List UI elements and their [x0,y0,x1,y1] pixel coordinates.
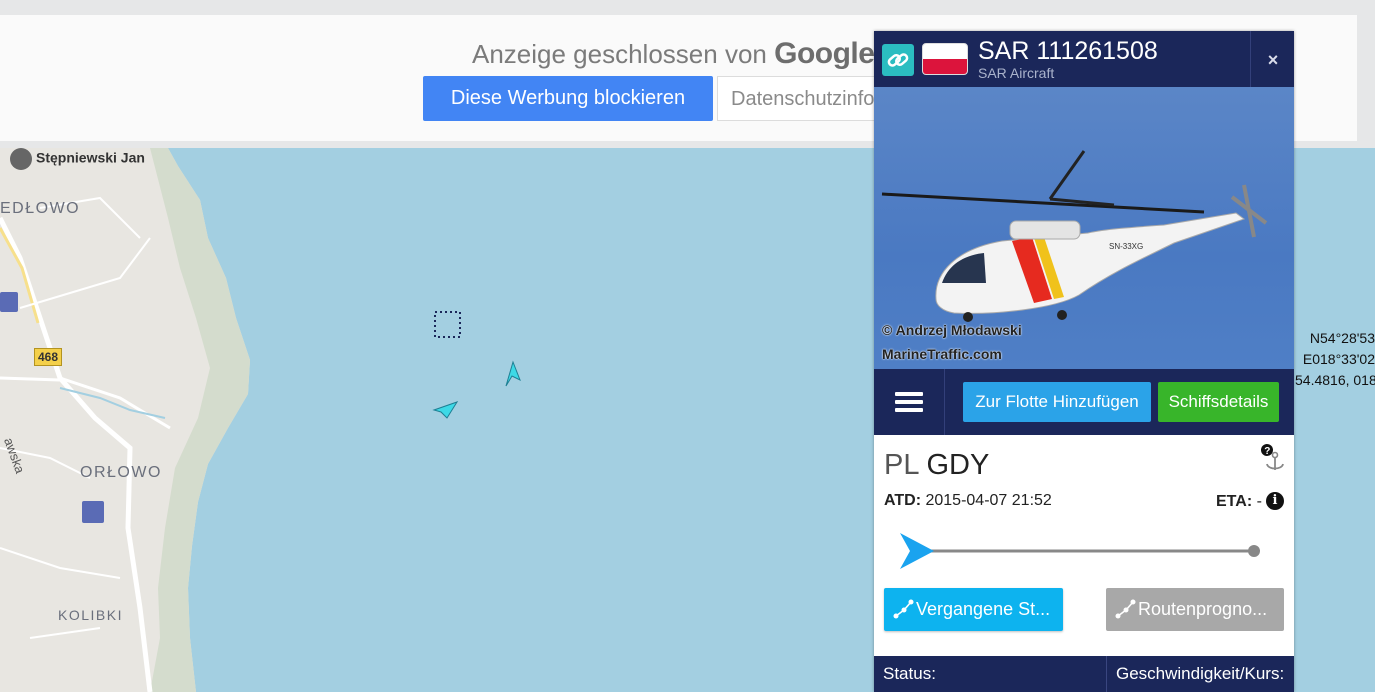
decimal-coords-text: 54.4816, 018 [1295,372,1375,388]
voyage-progress-bar [900,533,1260,569]
past-track-button[interactable]: Vergangene St... [884,588,1063,631]
poi-label: Stępniewski Jan [36,149,145,166]
svg-text:?: ? [1264,446,1270,457]
atd-value: 2015-04-07 21:52 [925,492,1052,509]
train-station-icon[interactable] [82,501,104,523]
map-label-district: ORŁOWO [80,464,162,481]
voyage-ports: PL GDY [884,449,989,482]
vessel-info-panel: SAR 111261508 SAR Aircraft × SN-33XG © A… [874,31,1294,692]
ad-closed-label: Anzeige geschlossen von [472,39,767,69]
atd-label: ATD: [884,492,922,509]
past-track-label: Vergangene St... [916,599,1051,619]
map-label-district: KOLIBKI [58,607,123,623]
vessel-marker[interactable] [505,360,521,387]
vessel-name: SAR 111261508 [978,37,1158,65]
anchor-help-icon[interactable]: ? [1260,443,1286,473]
status-bar: Status: Geschwindigkeit/Kurs: [874,656,1294,692]
train-station-icon[interactable] [0,292,18,312]
track-icon [893,599,914,619]
vessel-marker[interactable] [432,401,459,419]
ad-closed-text: Anzeige geschlossen von Google [472,37,875,71]
route-forecast-label: Routenprogno... [1138,599,1268,619]
menu-icon[interactable] [874,369,945,435]
eta-label: ETA: [1216,493,1253,510]
photo-source: MarineTraffic.com [882,346,1002,362]
eta-value: - [1256,493,1262,510]
vessel-type: SAR Aircraft [978,65,1055,81]
eta-row: ETA: - [1216,493,1262,511]
panel-toolbar: Zur Flotte Hinzufügen Schiffsdetails [874,369,1294,435]
status-label: Status: [883,664,936,683]
route-icon [1115,599,1136,619]
road-number-badge: 468 [34,348,63,366]
selection-box [434,311,461,338]
add-to-fleet-button[interactable]: Zur Flotte Hinzufügen [963,382,1151,422]
route-forecast-button[interactable]: Routenprogno... [1106,588,1284,631]
google-logo: Google [774,37,875,70]
building-icon [10,148,32,170]
vessel-photo[interactable]: SN-33XG © Andrzej Młodawski MarineTraffi… [874,87,1294,369]
photo-credit: © Andrzej Młodawski [882,322,1022,338]
link-icon[interactable] [882,44,914,76]
flag-icon [922,43,968,75]
map-label-district: EDŁOWO [0,200,81,217]
speed-course-label: Geschwindigkeit/Kurs: [1116,664,1285,683]
close-button[interactable]: × [1250,31,1294,87]
longitude-text: E018°33'02 [1302,351,1375,367]
destination-dot [1248,545,1260,557]
panel-header: SAR 111261508 SAR Aircraft × [874,31,1294,87]
info-icon[interactable]: i [1266,492,1284,510]
vessel-details-button[interactable]: Schiffsdetails [1158,382,1279,422]
poi-marker[interactable]: Stępniewski Jan [10,148,145,170]
vessel-progress-arrow [900,533,934,569]
block-ad-button[interactable]: Diese Werbung blockieren [423,76,713,121]
latitude-text: N54°28'53 [1309,330,1375,346]
departure-country: PL [884,449,919,481]
atd-row: ATD: 2015-04-07 21:52 [884,492,1052,510]
departure-port[interactable]: GDY [926,449,989,481]
coordinates-readout: N54°28'53 E018°33'02 54.4816, 018 [1295,328,1375,391]
registration-mark: SN-33XG [1109,242,1143,251]
